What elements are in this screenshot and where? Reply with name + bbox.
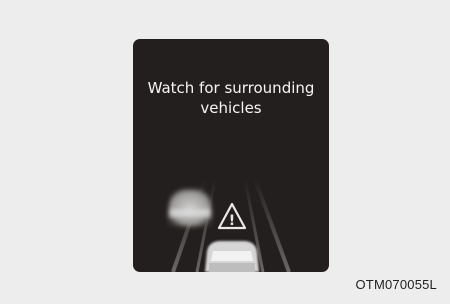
cluster-display: Watch for surrounding vehicles ! [133,39,329,272]
surrounding-vehicle-icon [167,189,213,227]
own-vehicle-icon [205,241,259,272]
figure-code: OTM070055L [355,277,437,292]
warning-symbol: ! [229,213,235,229]
warning-triangle-icon: ! [217,202,247,230]
road-scene: ! [167,178,291,272]
